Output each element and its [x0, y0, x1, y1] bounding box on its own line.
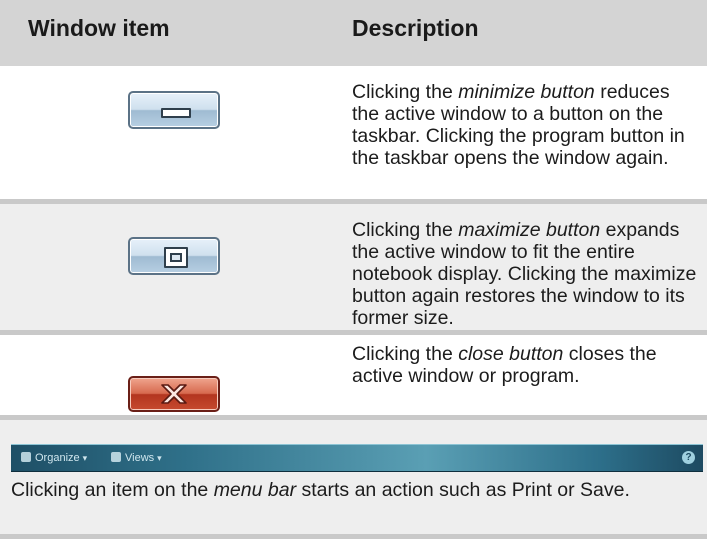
minimize-description: Clicking the minimize button reduces the… [352, 81, 702, 169]
table-row-maximize: Clicking the maximize button expands the… [0, 204, 707, 330]
desc-text: Clicking the [352, 219, 459, 241]
menu-bar-description: Clicking an item on the menu bar starts … [11, 479, 706, 501]
views-icon [111, 452, 121, 462]
help-icon: ? [682, 451, 695, 464]
table-header: Window item Description [0, 0, 707, 66]
minimize-icon [161, 108, 191, 118]
chevron-down-icon: ▾ [82, 453, 88, 463]
chevron-down-icon: ▾ [157, 453, 162, 463]
menu-bar-image: Organize ▾ Views ▾ ? [11, 444, 703, 472]
desc-text: Clicking an item on the [11, 479, 214, 501]
menu-item-organize: Organize ▾ [21, 451, 87, 465]
organize-icon [21, 452, 31, 462]
desc-term: minimize button [458, 81, 595, 103]
minimize-cell [0, 66, 330, 199]
minimize-button-image [128, 91, 220, 129]
header-window-item: Window item [28, 15, 170, 41]
menu-item-label: Organize [35, 452, 80, 464]
maximize-description: Clicking the maximize button expands the… [352, 219, 702, 329]
desc-text: starts an action such as Print or Save. [296, 479, 630, 501]
desc-text: Clicking the [352, 343, 459, 365]
desc-term: menu bar [213, 479, 297, 501]
table-row-minimize: Clicking the minimize button reduces the… [0, 66, 707, 199]
close-button-image [128, 376, 220, 412]
desc-text: Clicking the [352, 81, 459, 103]
desc-term: maximize button [458, 219, 601, 241]
menu-item-views: Views ▾ [111, 451, 162, 465]
row-divider [0, 534, 707, 539]
desc-term: close button [458, 343, 564, 365]
close-icon [161, 384, 187, 404]
maximize-icon [164, 247, 188, 268]
close-cell [0, 335, 330, 415]
table-row-close: Clicking the close button closes the act… [0, 335, 707, 415]
maximize-cell [0, 204, 330, 330]
header-description: Description [352, 15, 479, 41]
close-description: Clicking the close button closes the act… [352, 343, 702, 387]
maximize-button-image [128, 237, 220, 275]
table-row-menubar: Organize ▾ Views ▾ ? Clicking an item on t… [0, 420, 707, 539]
menu-item-label: Views [125, 452, 155, 464]
